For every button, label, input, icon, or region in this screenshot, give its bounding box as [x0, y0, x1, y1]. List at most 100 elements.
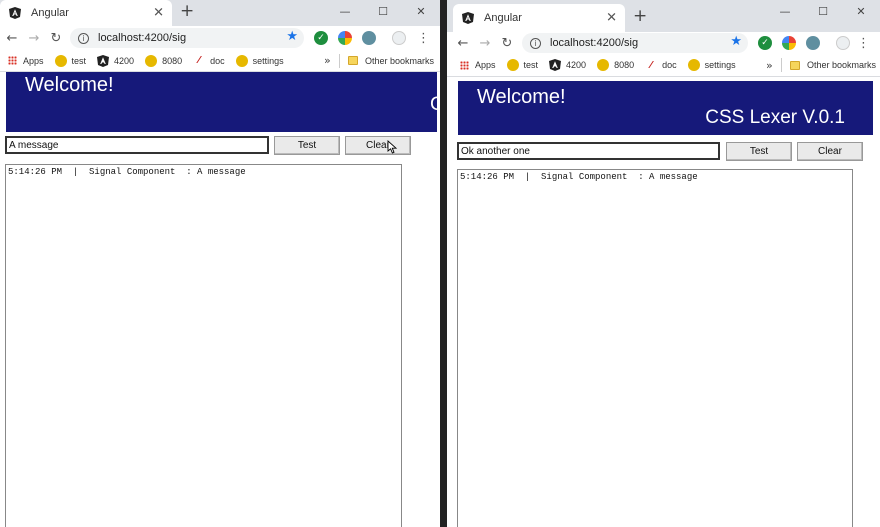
bookmark-label: settings	[252, 55, 284, 66]
forward-button[interactable]: →	[474, 32, 496, 54]
bookmark-icon	[506, 59, 519, 71]
doc-icon: ⁄	[198, 55, 200, 66]
signal-controls: A message Test Clear	[0, 136, 440, 162]
app-header: Welcome! CSS Lexer V.0.1	[6, 72, 440, 132]
signal-controls: Ok another one Test Clear	[447, 142, 880, 168]
new-tab-button[interactable]: +	[180, 3, 194, 20]
test-button[interactable]: Test	[274, 136, 340, 155]
doc-icon: ⁄	[650, 59, 652, 71]
bookmark-settings[interactable]: settings	[687, 59, 736, 71]
clear-button[interactable]: Clear	[345, 136, 411, 155]
address-bar[interactable]: i localhost:4200/sig ★	[70, 28, 304, 48]
window-controls: — ☐ ✕	[766, 0, 880, 22]
message-input[interactable]: A message	[5, 136, 269, 154]
bookmark-settings[interactable]: settings	[235, 54, 284, 67]
tab-angular[interactable]: Angular ✕	[453, 4, 625, 32]
bookmark-8080[interactable]: 8080	[597, 59, 634, 71]
browser-window-left: Angular ✕ + — ☐ ✕ ← → ↻ i localhost:4200…	[0, 0, 440, 527]
browser-window-right: Angular ✕ + — ☐ ✕ ← → ↻ i localhost:4200…	[447, 0, 880, 527]
jsf-extension-icon[interactable]	[836, 36, 850, 50]
more-bookmarks-icon[interactable]: »	[766, 59, 773, 72]
folder-icon	[348, 56, 358, 65]
close-window-button[interactable]: ✕	[402, 0, 440, 22]
bookmark-4200[interactable]: 4200	[549, 59, 586, 71]
log-entry: 5:14:26 PM | Signal Component : A messag…	[8, 167, 246, 177]
check-extension-icon[interactable]: ✓	[758, 36, 772, 50]
angular-icon	[549, 59, 562, 71]
bookmark-doc[interactable]: ⁄ doc	[645, 59, 676, 71]
new-tab-button[interactable]: +	[633, 8, 647, 25]
close-tab-icon[interactable]: ✕	[606, 12, 617, 25]
address-bar[interactable]: i localhost:4200/sig ★	[522, 33, 748, 53]
bookmark-label: 8080	[614, 60, 635, 70]
color-extension-icon[interactable]	[782, 36, 796, 50]
bookmark-doc[interactable]: ⁄ doc	[193, 55, 224, 67]
menu-icon[interactable]: ⋮	[417, 31, 430, 46]
mouse-cursor-icon	[387, 140, 398, 154]
test-button[interactable]: Test	[726, 142, 792, 161]
bookmark-icon	[687, 59, 700, 71]
tab-title: Angular	[31, 7, 69, 19]
message-input[interactable]: Ok another one	[457, 142, 720, 160]
minimize-button[interactable]: —	[766, 0, 804, 22]
reload-button[interactable]: ↻	[496, 32, 518, 54]
window-controls: — ☐ ✕	[326, 0, 440, 22]
check-extension-icon[interactable]: ✓	[314, 31, 328, 45]
angular-icon	[9, 7, 21, 19]
signal-log: 5:14:26 PM | Signal Component : A messag…	[5, 164, 402, 527]
other-bookmarks-label: Other bookmarks	[807, 60, 877, 70]
bookmark-icon	[597, 59, 610, 71]
tab-strip: Angular ✕ + — ☐ ✕	[447, 0, 880, 32]
back-button[interactable]: ←	[1, 27, 23, 49]
bookmark-star-icon[interactable]: ★	[730, 35, 742, 48]
address-url[interactable]: localhost:4200/sig	[550, 37, 638, 49]
bookmark-8080[interactable]: 8080	[145, 54, 182, 67]
other-bookmarks[interactable]: Other bookmarks	[790, 60, 876, 70]
angular-icon	[462, 12, 474, 24]
signal-log: 5:14:26 PM | Signal Component : A messag…	[457, 169, 853, 527]
clear-button[interactable]: Clear	[797, 142, 863, 161]
bookmarks-divider	[339, 53, 340, 68]
bookmark-label: 4200	[566, 60, 587, 70]
close-tab-icon[interactable]: ✕	[153, 7, 164, 20]
apps-grid-icon	[458, 59, 470, 71]
desktop: Angular ✕ + — ☐ ✕ ← → ↻ i localhost:4200…	[0, 0, 880, 527]
jsf-extension-icon[interactable]	[392, 31, 406, 45]
more-bookmarks-icon[interactable]: »	[324, 54, 331, 67]
apps-grid-icon	[6, 55, 18, 67]
folder-icon	[790, 60, 800, 70]
info-icon[interactable]: i	[530, 37, 541, 49]
brain-extension-icon[interactable]	[362, 31, 376, 45]
tab-title: Angular	[484, 12, 522, 24]
bookmark-icon	[235, 54, 248, 67]
minimize-button[interactable]: —	[326, 0, 364, 22]
close-window-button[interactable]: ✕	[842, 0, 880, 22]
bookmarks-divider	[781, 58, 782, 72]
maximize-button[interactable]: ☐	[804, 0, 842, 22]
bookmark-apps[interactable]: Apps	[6, 55, 44, 67]
bookmark-test[interactable]: test	[506, 59, 538, 71]
lexer-title: CSS Lexer V.0.1	[705, 107, 845, 128]
bookmark-4200[interactable]: 4200	[97, 54, 134, 67]
bookmark-label: settings	[704, 60, 736, 70]
address-url[interactable]: localhost:4200/sig	[98, 32, 186, 44]
info-icon[interactable]: i	[78, 32, 89, 44]
bookmark-icon	[54, 54, 67, 67]
brain-extension-icon[interactable]	[806, 36, 820, 50]
menu-icon[interactable]: ⋮	[857, 36, 870, 51]
other-bookmarks[interactable]: Other bookmarks	[348, 56, 434, 66]
bookmark-test[interactable]: test	[54, 54, 86, 67]
forward-button[interactable]: →	[23, 27, 45, 49]
bookmark-icon	[145, 54, 158, 67]
window-divider	[440, 0, 447, 527]
maximize-button[interactable]: ☐	[364, 0, 402, 22]
bookmark-apps[interactable]: Apps	[458, 59, 496, 71]
lexer-title: CSS Lexer V.0.1	[430, 94, 440, 115]
reload-button[interactable]: ↻	[45, 27, 67, 49]
bookmarks-bar: Apps test 4200 8080 ⁄ doc settings » Oth…	[0, 50, 440, 72]
other-bookmarks-label: Other bookmarks	[365, 55, 435, 66]
back-button[interactable]: ←	[452, 32, 474, 54]
color-extension-icon[interactable]	[338, 31, 352, 45]
bookmark-star-icon[interactable]: ★	[286, 30, 298, 43]
tab-angular[interactable]: Angular ✕	[0, 0, 172, 26]
